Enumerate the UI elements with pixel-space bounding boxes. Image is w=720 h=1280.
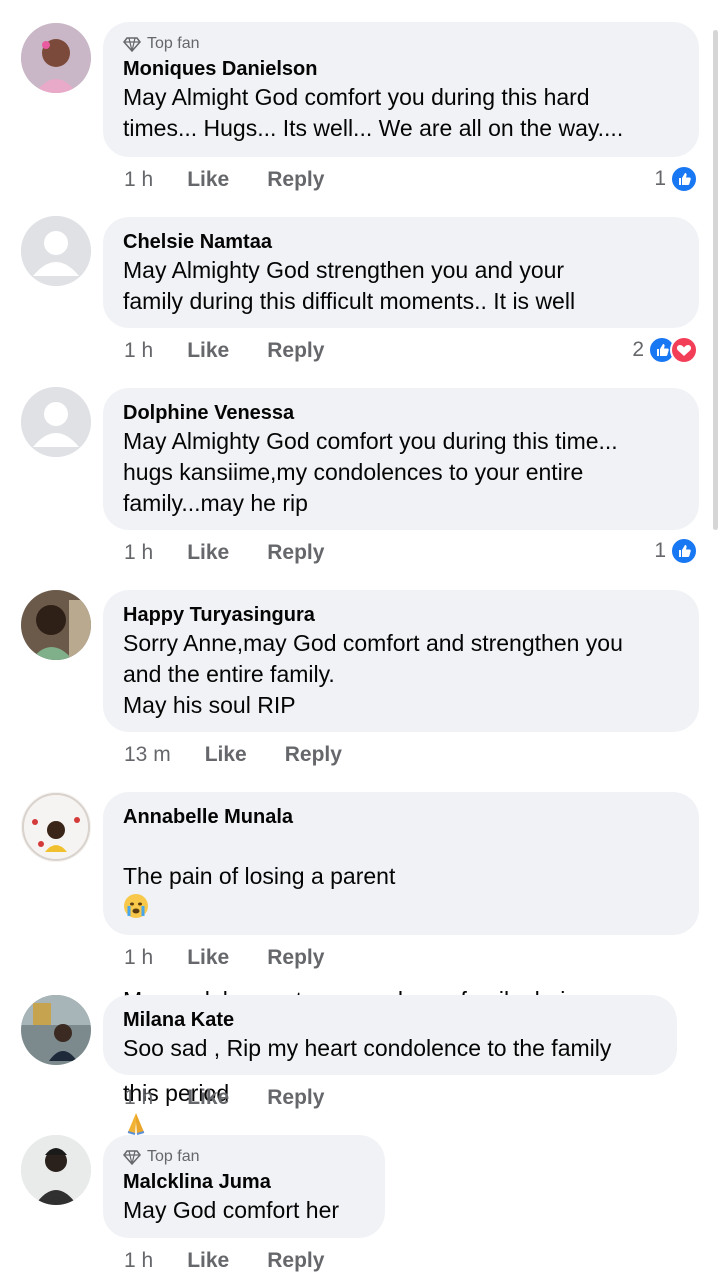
thumbs-up-icon (670, 537, 698, 565)
comment-actions: 1 h Like Reply (124, 339, 324, 363)
comment-author[interactable]: Annabelle Munala (123, 804, 679, 830)
folded-hands-icon (127, 1113, 145, 1135)
reaction-count: 1 (654, 539, 666, 562)
avatar[interactable] (21, 792, 91, 862)
reply-button[interactable]: Reply (285, 743, 342, 767)
comment-actions: 1 h Like Reply (124, 541, 324, 565)
comment-bubble: Chelsie Namtaa May Almighty God strength… (103, 217, 699, 328)
comment-text: May Almighty God comfort you during this… (123, 428, 618, 516)
reaction-count: 1 (654, 167, 666, 190)
comment-text: Soo sad , Rip my heart condolence to the… (123, 1035, 612, 1061)
comment-actions: 13 m Like Reply (124, 743, 342, 767)
comment-bubble: Dolphine Venessa May Almighty God comfor… (103, 388, 699, 530)
comment-author[interactable]: Happy Turyasingura (123, 602, 679, 628)
comment-actions: 1 h Like Reply (124, 946, 324, 970)
reaction-summary[interactable]: 2 (632, 336, 698, 364)
like-button[interactable]: Like (187, 541, 229, 565)
top-fan-badge: Top fan (123, 1147, 365, 1167)
comment-time[interactable]: 1 h (124, 1086, 153, 1110)
comment-time[interactable]: 13 m (124, 743, 171, 767)
comment-author[interactable]: Malcklina Juma (123, 1169, 365, 1195)
comment-bubble: Top fan Moniques Danielson May Almight G… (103, 22, 699, 157)
comment-time[interactable]: 1 h (124, 168, 153, 192)
like-button[interactable]: Like (187, 1249, 229, 1273)
like-button[interactable]: Like (187, 946, 229, 970)
comment-actions: 1 h Like Reply (124, 168, 324, 192)
crying-face-icon (124, 894, 148, 918)
reaction-count: 2 (632, 338, 644, 361)
top-fan-label: Top fan (147, 1148, 200, 1165)
reaction-summary[interactable]: 1 (654, 165, 698, 193)
reply-button[interactable]: Reply (267, 946, 324, 970)
comment-text: Sorry Anne,may God comfort and strengthe… (123, 630, 623, 718)
comment-time[interactable]: 1 h (124, 946, 153, 970)
reply-button[interactable]: Reply (267, 1249, 324, 1273)
comment-author[interactable]: Chelsie Namtaa (123, 229, 679, 255)
top-fan-label: Top fan (147, 35, 200, 52)
comment-author[interactable]: Dolphine Venessa (123, 400, 679, 426)
top-fan-badge: Top fan (123, 34, 679, 54)
reply-button[interactable]: Reply (267, 541, 324, 565)
comment-author[interactable]: Milana Kate (123, 1007, 657, 1033)
reply-button[interactable]: Reply (267, 339, 324, 363)
comment-bubble: Annabelle Munala The pain of losing a pa… (103, 792, 699, 1135)
diamond-icon (123, 1150, 141, 1166)
avatar[interactable] (21, 995, 91, 1065)
avatar[interactable] (21, 590, 91, 660)
comment-time[interactable]: 1 h (124, 1249, 153, 1273)
comment-text: May Almighty God strengthen you and your… (123, 257, 576, 314)
comment-time[interactable]: 1 h (124, 541, 153, 565)
reply-button[interactable]: Reply (267, 168, 324, 192)
like-button[interactable]: Like (205, 743, 247, 767)
like-button[interactable]: Like (187, 339, 229, 363)
reaction-summary[interactable]: 1 (654, 537, 698, 565)
comment-bubble: Happy Turyasingura Sorry Anne,may God co… (103, 590, 699, 732)
comment-bubble: Milana Kate Soo sad , Rip my heart condo… (103, 995, 677, 1075)
avatar[interactable] (21, 23, 91, 93)
like-button[interactable]: Like (187, 1086, 229, 1110)
diamond-icon (123, 37, 141, 53)
comment-text: May God comfort her (123, 1197, 340, 1223)
avatar[interactable] (21, 216, 91, 286)
reply-button[interactable]: Reply (267, 1086, 324, 1110)
comment-author[interactable]: Moniques Danielson (123, 56, 679, 82)
heart-icon (670, 336, 698, 364)
scrollbar[interactable] (713, 30, 718, 530)
comment-actions: 1 h Like Reply (124, 1086, 324, 1110)
comment-bubble: Top fan Malcklina Juma May God comfort h… (103, 1135, 385, 1238)
comment-text: May Almight God comfort you during this … (123, 84, 624, 141)
like-button[interactable]: Like (187, 168, 229, 192)
comment-text-line: The pain of losing a parent (123, 863, 396, 889)
comment-time[interactable]: 1 h (124, 339, 153, 363)
thumbs-up-icon (670, 165, 698, 193)
comment-actions: 1 h Like Reply (124, 1249, 324, 1273)
avatar[interactable] (21, 387, 91, 457)
avatar[interactable] (21, 1135, 91, 1205)
